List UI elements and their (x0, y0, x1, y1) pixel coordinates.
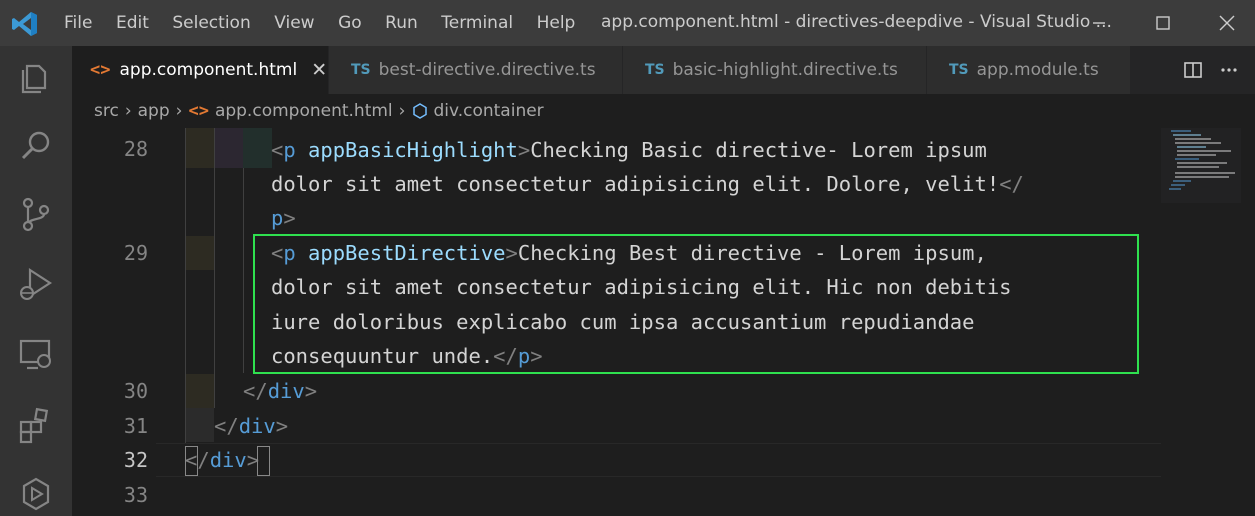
current-line-highlight (156, 443, 1161, 477)
line-number: 33 (123, 483, 148, 507)
run-debug-icon[interactable] (16, 264, 56, 304)
indent-band (243, 128, 272, 168)
indent-band (185, 408, 214, 442)
tab-close-icon[interactable]: ✕ (311, 59, 327, 81)
line-number: 32 (123, 448, 148, 472)
explorer-icon[interactable] (16, 58, 56, 98)
indent-guide (214, 128, 215, 408)
tab-app-module[interactable]: TS app.module.ts (927, 46, 1131, 94)
symbol-element-icon (413, 103, 428, 119)
line-number: 29 (123, 241, 148, 265)
breadcrumb-app[interactable]: app (138, 101, 170, 121)
line-number: 30 (123, 379, 148, 403)
window-title: app.component.html - directives-deepdive… (601, 12, 1112, 32)
html-file-icon: <> (188, 101, 209, 121)
indent-band (185, 374, 214, 408)
code-line-28-wrap: p> (271, 206, 296, 230)
highlight-annotation-box (253, 234, 1139, 374)
line-number: 31 (123, 414, 148, 438)
breadcrumb-file[interactable]: app.component.html (215, 101, 393, 121)
close-icon (1219, 15, 1235, 31)
typescript-file-icon: TS (351, 62, 371, 78)
more-actions-icon[interactable] (1219, 60, 1239, 80)
tab-label: basic-highlight.directive.ts (672, 60, 898, 80)
typescript-file-icon: TS (949, 62, 969, 78)
activity-bar (0, 46, 72, 516)
editor-tab-bar: <> app.component.html ✕ TS best-directiv… (72, 46, 1255, 94)
breadcrumb: src › app › <> app.component.html › div.… (72, 94, 1255, 128)
menu-bar: File Edit Selection View Go Run Terminal… (64, 0, 599, 46)
line-number: 28 (123, 137, 148, 161)
menu-go[interactable]: Go (338, 13, 362, 33)
source-control-icon[interactable] (16, 194, 56, 234)
chevron-right-icon: › (398, 101, 406, 121)
vscode-logo-icon[interactable] (11, 10, 39, 38)
minimize-button[interactable] (1076, 0, 1122, 46)
maximize-icon (1156, 16, 1170, 30)
indent-band (185, 128, 214, 168)
indent-guide (185, 128, 186, 443)
minimap[interactable] (1161, 128, 1241, 203)
minimize-icon (1093, 22, 1105, 24)
tab-app-component-html[interactable]: <> app.component.html ✕ (72, 46, 329, 94)
chevron-right-icon: › (175, 101, 183, 121)
indent-band (214, 128, 243, 168)
menu-selection[interactable]: Selection (172, 13, 250, 33)
code-line-28-wrap: dolor sit amet consectetur adipisicing e… (271, 172, 1024, 196)
split-editor-icon[interactable] (1183, 60, 1203, 80)
editor-actions (1183, 46, 1255, 94)
breadcrumb-symbol[interactable]: div.container (433, 101, 543, 121)
title-bar: File Edit Selection View Go Run Terminal… (0, 0, 1255, 46)
html-file-icon: <> (90, 60, 111, 80)
code-line-31: </div> (214, 414, 289, 438)
menu-edit[interactable]: Edit (116, 13, 149, 33)
close-window-button[interactable] (1204, 0, 1250, 46)
tab-label: app.module.ts (976, 60, 1099, 80)
code-editor[interactable]: 28 29 30 31 32 33 <p appBasicHighlight>C… (72, 128, 1255, 516)
tab-basic-highlight[interactable]: TS basic-highlight.directive.ts (623, 46, 927, 94)
maximize-button[interactable] (1140, 0, 1186, 46)
code-line-30: </div> (243, 379, 318, 403)
menu-run[interactable]: Run (385, 13, 418, 33)
menu-terminal[interactable]: Terminal (441, 13, 513, 33)
tab-label: best-directive.directive.ts (378, 60, 596, 80)
breadcrumb-src[interactable]: src (94, 101, 119, 121)
remote-explorer-icon[interactable] (16, 334, 56, 374)
menu-help[interactable]: Help (537, 13, 576, 33)
extension-pane-icon[interactable] (16, 474, 56, 514)
menu-file[interactable]: File (64, 13, 92, 33)
indent-band (185, 236, 214, 270)
code-line-28: <p appBasicHighlight>Checking Basic dire… (271, 138, 987, 162)
extensions-icon[interactable] (16, 404, 56, 444)
indent-guide (243, 168, 244, 373)
tab-label: app.component.html (119, 60, 298, 80)
menu-view[interactable]: View (274, 13, 314, 33)
typescript-file-icon: TS (645, 62, 665, 78)
tab-best-directive[interactable]: TS best-directive.directive.ts (329, 46, 623, 94)
chevron-right-icon: › (124, 101, 132, 121)
search-icon[interactable] (16, 126, 56, 166)
